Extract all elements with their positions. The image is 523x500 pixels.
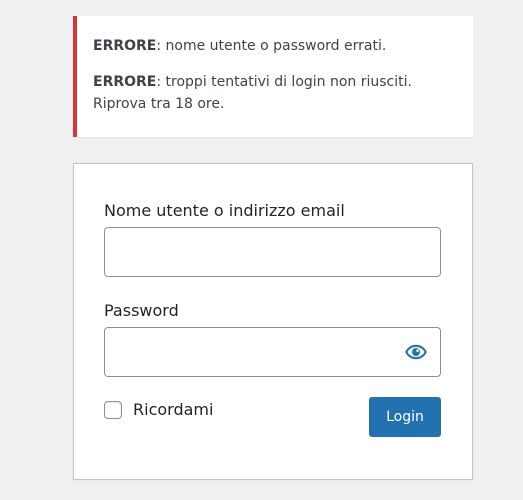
error-notice: ERRORE: nome utente o password errati. E… bbox=[73, 16, 473, 137]
username-label: Nome utente o indirizzo email bbox=[104, 201, 345, 220]
error-text: : nome utente o password errati. bbox=[156, 38, 387, 54]
login-form: Nome utente o indirizzo email Password R… bbox=[73, 163, 473, 480]
password-input[interactable] bbox=[104, 327, 441, 377]
show-password-button[interactable] bbox=[401, 339, 431, 365]
remember-me[interactable]: Ricordami bbox=[104, 400, 213, 420]
password-label: Password bbox=[104, 301, 179, 320]
error-message-1: ERRORE: nome utente o password errati. bbox=[93, 35, 457, 57]
remember-label: Ricordami bbox=[133, 400, 214, 419]
error-prefix: ERRORE bbox=[93, 38, 157, 54]
error-prefix: ERRORE bbox=[93, 74, 157, 90]
username-input[interactable] bbox=[104, 227, 441, 277]
login-button[interactable]: Login bbox=[369, 397, 441, 437]
error-message-2: ERRORE: troppi tentativi di login non ri… bbox=[93, 71, 457, 115]
remember-checkbox[interactable] bbox=[104, 401, 122, 419]
eye-icon bbox=[405, 344, 427, 360]
